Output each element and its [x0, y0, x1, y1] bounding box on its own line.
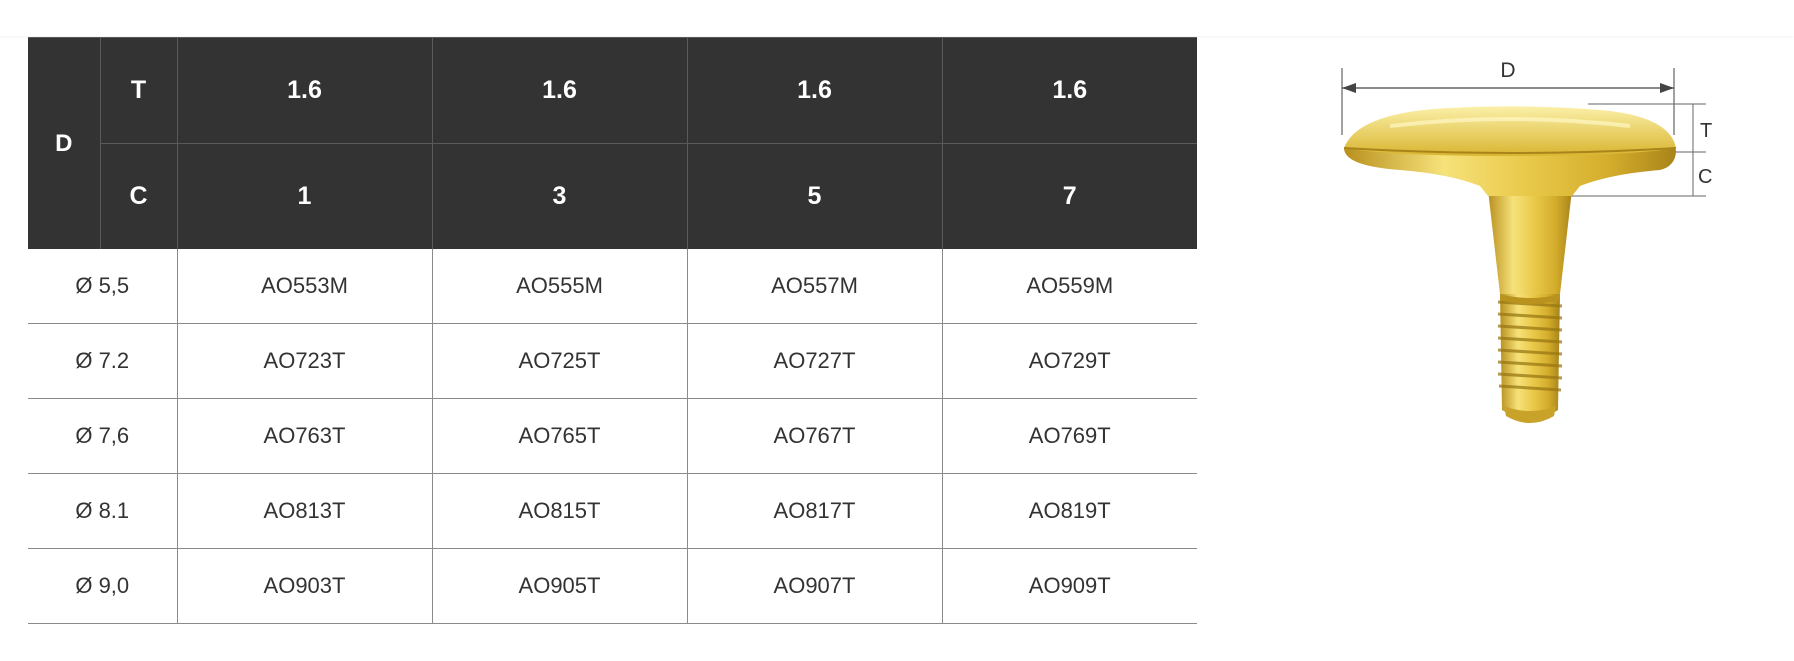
svg-text:T: T: [1700, 120, 1712, 142]
table-row: Ø 7.2 AO723T AO725T AO727T AO729T: [28, 323, 1197, 399]
abutment-illustration: [1343, 106, 1677, 423]
top-bar: [0, 0, 1794, 36]
diameter-cell: Ø 7.2: [28, 323, 177, 399]
header-t-value: 1.6: [431, 37, 687, 144]
header-row-c: C 1 3 5 7: [28, 143, 1197, 249]
header-t-label: T: [99, 37, 177, 144]
product-code-cell: AO727T: [686, 323, 942, 399]
header-t-value: 1.6: [176, 37, 432, 144]
product-code-cell: AO815T: [431, 473, 687, 549]
header-c-value: 7: [941, 143, 1197, 249]
header-row-t: D T 1.6 1.6 1.6 1.6: [28, 37, 1197, 249]
diameter-cell: Ø 5,5: [28, 249, 177, 324]
product-code-cell: AO723T: [176, 323, 432, 399]
header-c-value: 1: [176, 143, 432, 249]
product-code-cell: AO905T: [431, 548, 687, 624]
product-spec-table: D T 1.6 1.6 1.6 1.6 C 1 3 5 7 Ø 5,5 AO55…: [28, 37, 1197, 624]
table-row: Ø 5,5 AO553M AO555M AO557M AO559M: [28, 249, 1197, 324]
product-code-cell: AO559M: [941, 249, 1197, 324]
header-c-value: 3: [431, 143, 687, 249]
product-code-cell: AO555M: [431, 249, 687, 324]
header-t-value: 1.6: [941, 37, 1197, 144]
table-row: Ø 8.1 AO813T AO815T AO817T AO819T: [28, 473, 1197, 549]
header-c-value: 5: [686, 143, 942, 249]
svg-text:C: C: [1698, 166, 1712, 188]
header-d-label: D: [28, 37, 100, 249]
product-code-cell: AO553M: [176, 249, 432, 324]
table-row: Ø 7,6 AO763T AO765T AO767T AO769T: [28, 398, 1197, 474]
header-t-value: 1.6: [686, 37, 942, 144]
table-row: Ø 9,0 AO903T AO905T AO907T AO909T: [28, 548, 1197, 624]
product-code-cell: AO813T: [176, 473, 432, 549]
diameter-cell: Ø 9,0: [28, 548, 177, 624]
product-code-cell: AO767T: [686, 398, 942, 474]
product-code-cell: AO729T: [941, 323, 1197, 399]
diameter-cell: Ø 8.1: [28, 473, 177, 549]
header-c-label: C: [99, 143, 177, 249]
product-code-cell: AO903T: [176, 548, 432, 624]
svg-text:D: D: [1500, 59, 1515, 82]
product-code-cell: AO817T: [686, 473, 942, 549]
product-code-cell: AO909T: [941, 548, 1197, 624]
abutment-diagram: D T C: [1330, 50, 1730, 430]
product-code-cell: AO763T: [176, 398, 432, 474]
diameter-cell: Ø 7,6: [28, 398, 177, 474]
product-code-cell: AO725T: [431, 323, 687, 399]
product-code-cell: AO765T: [431, 398, 687, 474]
product-code-cell: AO557M: [686, 249, 942, 324]
product-code-cell: AO819T: [941, 473, 1197, 549]
product-code-cell: AO769T: [941, 398, 1197, 474]
product-code-cell: AO907T: [686, 548, 942, 624]
